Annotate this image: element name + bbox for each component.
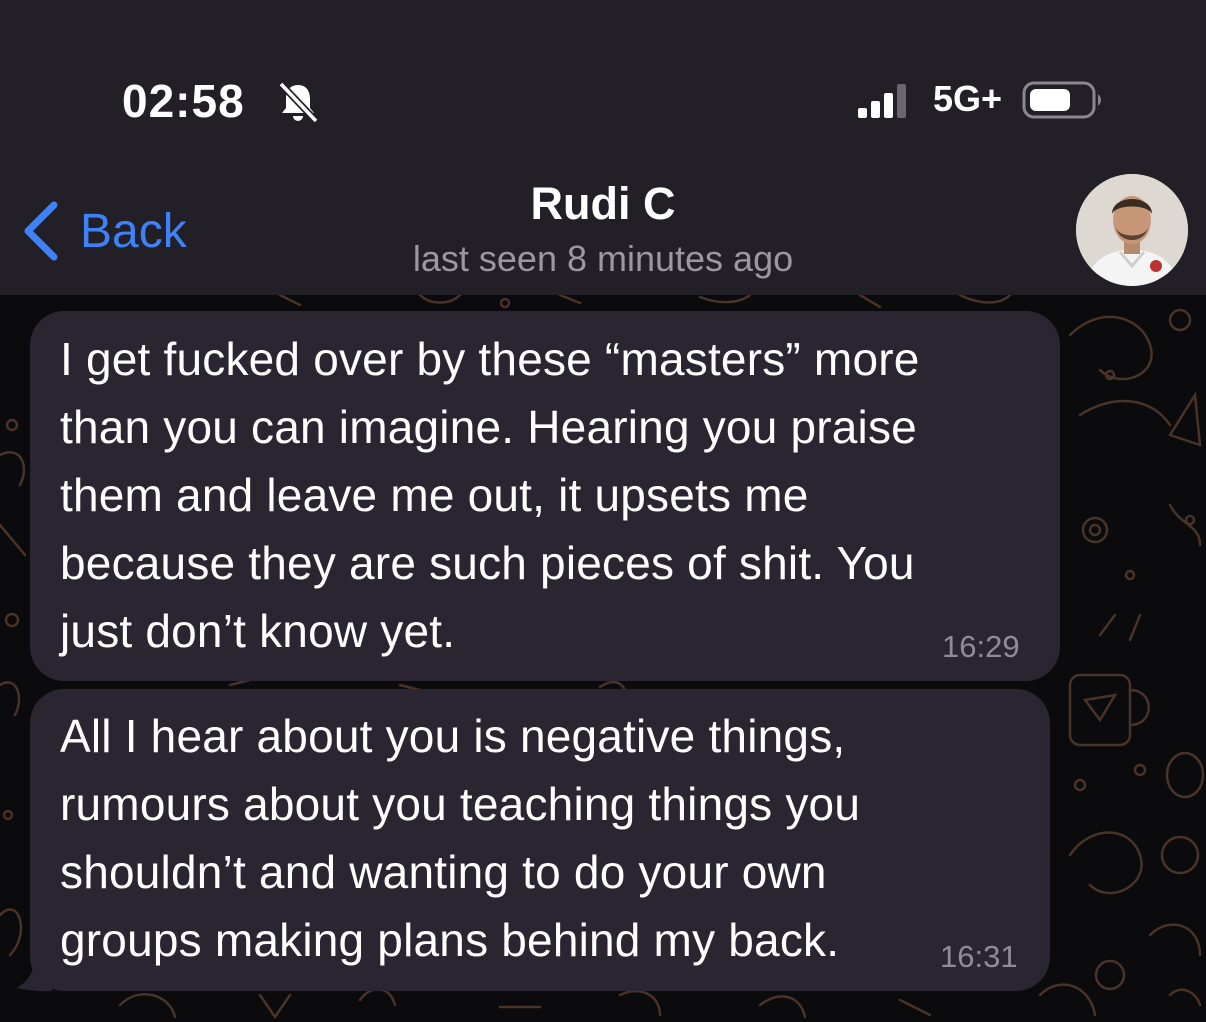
message-timestamp: 16:31 [940,939,1018,974]
battery-icon [1022,81,1101,119]
bell-slash-icon [278,81,319,124]
avatar-photo [1076,174,1188,286]
message-tail [16,958,52,992]
message-line: All I hear about you is negative things, [60,710,846,762]
message-timestamp: 16:29 [942,629,1020,664]
chat-header: 02:58 5G+ Back Rudi C last seen 8 minute… [0,0,1206,295]
status-time: 02:58 [122,75,245,127]
message-line: because they are such pieces of shit. Yo… [60,537,915,589]
message-line: I get fucked over by these “masters” mor… [60,333,920,385]
message-line: rumours about you teaching things you [60,778,861,830]
message-bubble[interactable]: All I hear about you is negative things,… [30,689,1050,991]
message-bubble[interactable]: I get fucked over by these “masters” mor… [30,311,1060,681]
contact-name[interactable]: Rudi C [0,178,1206,230]
message-line: shouldn’t and wanting to do your own [60,846,827,898]
message-line: just don’t know yet. [60,605,456,657]
message-line: them and leave me out, it upsets me [60,469,809,521]
last-seen-status: last seen 8 minutes ago [412,238,794,279]
message-line: groups making plans behind my back. [60,914,840,966]
cellular-signal-icon [858,84,906,118]
avatar[interactable] [1076,174,1188,286]
message-line: than you can imagine. Hearing you praise [60,401,917,453]
network-type: 5G+ [933,78,1003,119]
